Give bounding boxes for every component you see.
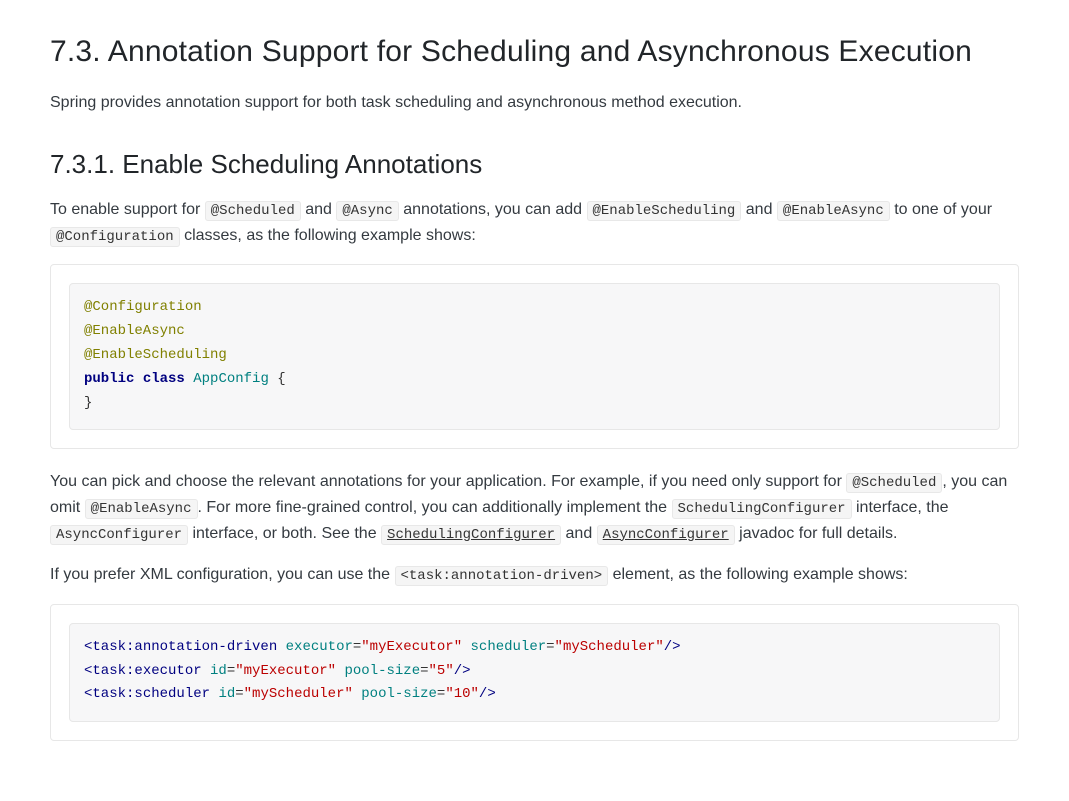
- text: classes, as the following example shows:: [180, 227, 476, 244]
- attr-value-token: "myScheduler": [244, 686, 353, 702]
- code-inline: @Scheduled: [846, 473, 942, 493]
- tag-name-token: task:scheduler: [92, 686, 210, 702]
- text: to one of your: [890, 201, 992, 218]
- code-inline: @Scheduled: [205, 201, 301, 221]
- attr-name-token: id: [218, 686, 235, 702]
- attr-name-token: scheduler: [471, 639, 547, 655]
- annotation-token: @Configuration: [84, 299, 202, 315]
- code-inline: <task:annotation-driven>: [395, 566, 609, 586]
- text: You can pick and choose the relevant ann…: [50, 473, 846, 490]
- keyword-token: public: [84, 371, 134, 387]
- text: javadoc for full details.: [735, 525, 898, 542]
- javadoc-link[interactable]: SchedulingConfigurer: [381, 525, 561, 545]
- punct-token: {: [277, 371, 285, 387]
- eq-token: =: [546, 639, 554, 655]
- code-inline: SchedulingConfigurer: [672, 499, 852, 519]
- text: annotations, you can add: [399, 201, 587, 218]
- eq-token: =: [235, 686, 243, 702]
- text: If you prefer XML configuration, you can…: [50, 566, 395, 583]
- annotation-token: @EnableScheduling: [84, 347, 227, 363]
- intro-paragraph: Spring provides annotation support for b…: [50, 90, 1019, 116]
- subsection-title: Enable Scheduling Annotations: [122, 149, 482, 179]
- punct-token: }: [84, 395, 92, 411]
- paragraph-2: You can pick and choose the relevant ann…: [50, 469, 1019, 546]
- code-content: @Configuration @EnableAsync @EnableSched…: [69, 283, 1000, 430]
- text: and: [741, 201, 777, 218]
- text: and: [561, 525, 597, 542]
- code-inline: AsyncConfigurer: [50, 525, 188, 545]
- text: . For more fine-grained control, you can…: [198, 499, 672, 516]
- paragraph-3: If you prefer XML configuration, you can…: [50, 562, 1019, 588]
- attr-value-token: "myExecutor": [235, 663, 336, 679]
- text: and: [301, 201, 337, 218]
- section-heading: 7.3. Annotation Support for Scheduling a…: [50, 28, 1019, 76]
- attr-value-token: "5": [429, 663, 454, 679]
- text: interface, or both. See the: [188, 525, 381, 542]
- code-example-java: @Configuration @EnableAsync @EnableSched…: [50, 264, 1019, 449]
- eq-token: =: [420, 663, 428, 679]
- text: interface, the: [852, 499, 949, 516]
- tag-close-token: />: [479, 686, 496, 702]
- text: To enable support for: [50, 201, 205, 218]
- code-content: <task:annotation-driven executor="myExec…: [69, 623, 1000, 722]
- text: element, as the following example shows:: [608, 566, 908, 583]
- code-inline: @Configuration: [50, 227, 180, 247]
- attr-name-token: pool-size: [344, 663, 420, 679]
- code-inline: @EnableAsync: [85, 499, 198, 519]
- attr-name-token: executor: [286, 639, 353, 655]
- tag-name-token: task:annotation-driven: [92, 639, 277, 655]
- eq-token: =: [227, 663, 235, 679]
- annotation-token: @EnableAsync: [84, 323, 185, 339]
- attr-value-token: "10": [445, 686, 479, 702]
- type-token: AppConfig: [193, 371, 269, 387]
- tag-name-token: task:executor: [92, 663, 201, 679]
- attr-name-token: pool-size: [361, 686, 437, 702]
- tag-close-token: />: [454, 663, 471, 679]
- code-example-xml: <task:annotation-driven executor="myExec…: [50, 604, 1019, 741]
- subsection-heading: 7.3.1. Enable Scheduling Annotations: [50, 144, 1019, 186]
- paragraph-1: To enable support for @Scheduled and @As…: [50, 197, 1019, 248]
- code-inline: @EnableAsync: [777, 201, 890, 221]
- attr-name-token: id: [210, 663, 227, 679]
- subsection-number: 7.3.1.: [50, 149, 115, 179]
- attr-value-token: "myScheduler": [555, 639, 664, 655]
- code-inline: @EnableScheduling: [587, 201, 742, 221]
- keyword-token: class: [143, 371, 185, 387]
- section-title: Annotation Support for Scheduling and As…: [108, 35, 972, 68]
- tag-close-token: />: [664, 639, 681, 655]
- attr-value-token: "myExecutor": [361, 639, 462, 655]
- code-inline: @Async: [336, 201, 398, 221]
- javadoc-link[interactable]: AsyncConfigurer: [597, 525, 735, 545]
- section-number: 7.3.: [50, 35, 101, 68]
